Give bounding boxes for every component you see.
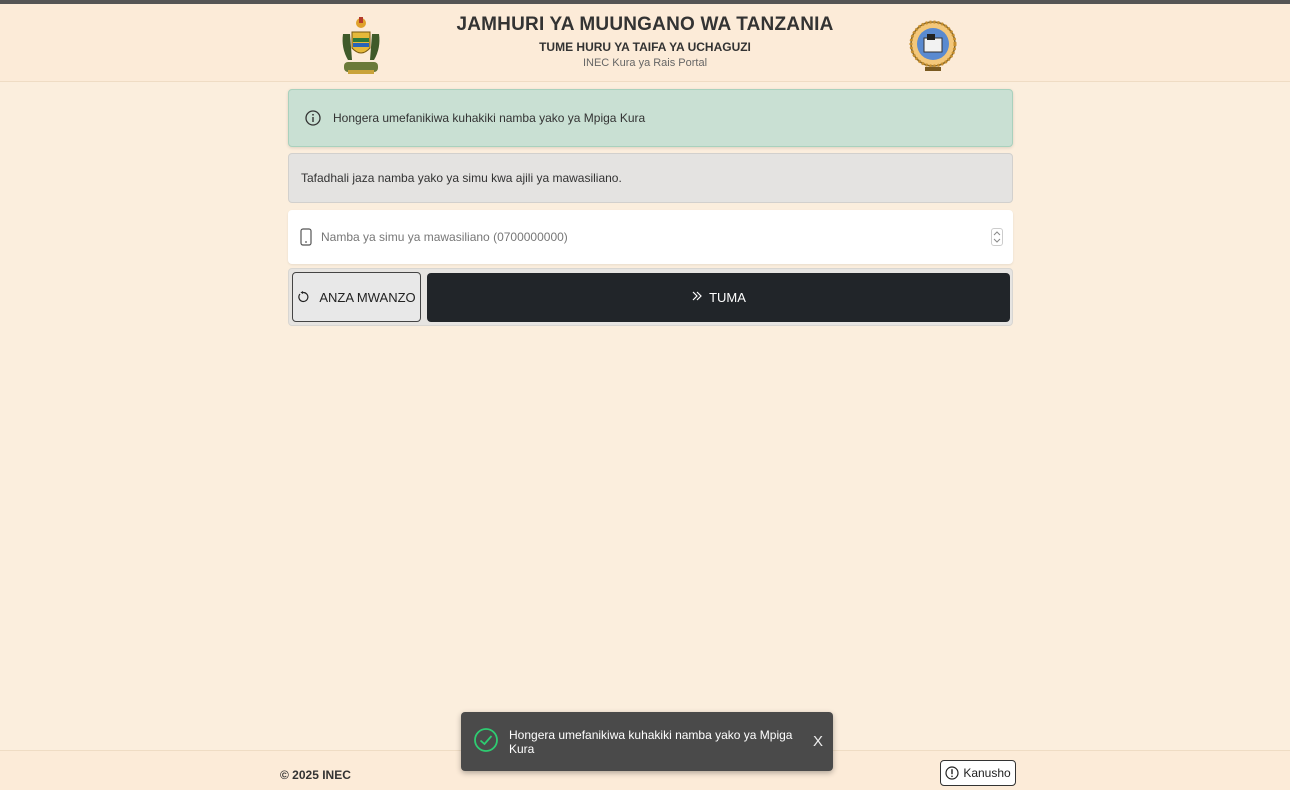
phone-number-input[interactable]	[321, 217, 991, 257]
success-toast: Hongera umefanikiwa kuhakiki namba yako …	[461, 712, 833, 771]
page-title: JAMHURI YA MUUNGANO WA TANZANIA	[456, 14, 834, 35]
page-subtitle: TUME HURU YA TAIFA YA UCHAGUZI	[539, 40, 751, 54]
success-alert-text: Hongera umefanikiwa kuhakiki namba yako …	[333, 111, 646, 125]
success-alert: Hongera umefanikiwa kuhakiki namba yako …	[288, 89, 1013, 147]
toast-close-button[interactable]: X	[813, 733, 823, 750]
exclamation-circle-icon	[945, 766, 959, 780]
rotate-icon	[298, 291, 309, 303]
info-circle-icon	[305, 110, 321, 126]
submit-button-label: TUMA	[709, 290, 746, 305]
toast-message: Hongera umefanikiwa kuhakiki namba yako …	[509, 727, 793, 756]
portal-name: INEC Kura ya Rais Portal	[582, 57, 708, 69]
double-chevron-right-icon	[691, 290, 703, 305]
reset-button-label: ANZA MWANZO	[319, 289, 416, 305]
check-circle-icon	[473, 727, 499, 756]
info-alert-text: Tafadhali jaza namba yako ya simu kwa aj…	[301, 171, 622, 185]
copyright-text: © 2025 INEC	[280, 768, 351, 782]
inec-seal-logo	[909, 16, 957, 78]
info-alert: Tafadhali jaza namba yako ya simu kwa aj…	[288, 153, 1013, 203]
phone-icon	[299, 228, 313, 246]
disclaimer-label: Kanusho	[963, 766, 1011, 780]
submit-button[interactable]: TUMA	[427, 273, 1010, 322]
phone-field-group	[288, 210, 1013, 264]
page-header: JAMHURI YA MUUNGANO WA TANZANIA TUME HUR…	[0, 4, 1290, 82]
number-spinner[interactable]	[991, 228, 1003, 246]
reset-button[interactable]: ANZA MWANZO	[292, 272, 421, 322]
action-button-row: ANZA MWANZO TUMA	[288, 268, 1013, 326]
disclaimer-button[interactable]: Kanusho	[940, 760, 1016, 786]
